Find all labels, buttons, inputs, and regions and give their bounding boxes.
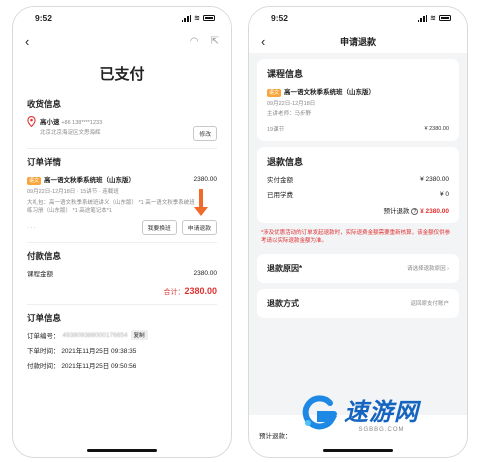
- status-time: 9:52: [35, 13, 53, 23]
- subject-tag: 语文: [27, 177, 42, 185]
- divider: [27, 242, 217, 243]
- total-value: 2380.00: [184, 286, 217, 296]
- battery-icon: [439, 15, 451, 21]
- watermark-g-icon: [302, 394, 338, 429]
- home-indicator: [87, 449, 157, 452]
- divider: [27, 148, 217, 149]
- shipping-section-title: 收货信息: [27, 99, 62, 109]
- method-value: 返回原支付账户: [410, 301, 449, 307]
- course-dates: 09月22日-12月18日: [267, 101, 316, 107]
- location-pin-icon: [27, 116, 36, 127]
- course-meta: 09月22日-12月18日 · 15讲节 · 连载班: [27, 189, 119, 195]
- pay-time-label: 付款时间：: [27, 363, 60, 370]
- status-icons: ≋: [417, 14, 451, 22]
- watermark-text: 速游网: [344, 399, 419, 426]
- status-bar: 9:52 ≋: [249, 7, 467, 29]
- paid-label: 实付金额: [267, 177, 293, 184]
- order-status-title: 已支付: [99, 66, 145, 83]
- copy-button[interactable]: 复制: [130, 330, 148, 340]
- order-time-value: 2021年11月25日 09:38:35: [61, 348, 137, 355]
- course-price: ¥ 2380.00: [424, 126, 449, 132]
- paid-value: ¥ 2380.00: [420, 175, 449, 183]
- subject-tag: 语文: [267, 89, 282, 97]
- reason-label: 退款原因*: [267, 263, 303, 273]
- nav-title: 申请退款: [339, 36, 376, 47]
- refund-card-title: 退款信息: [267, 157, 304, 167]
- share-icon[interactable]: ⇱: [211, 36, 219, 47]
- refund-notice: *涉及优惠活动的订单发起退款时，实际退费金额需要重新核算，该金额仅供参考请以实际…: [261, 230, 451, 245]
- wifi-icon: ≋: [430, 15, 436, 22]
- estimate-value: ¥ 2380.00: [420, 208, 449, 215]
- payment-section-title: 付款信息: [27, 251, 62, 261]
- pay-time-value: 2021年11月25日 09:50:56: [61, 363, 137, 370]
- swap-class-button[interactable]: 我要换班: [141, 220, 177, 235]
- back-icon[interactable]: ‹: [261, 34, 265, 49]
- phone-right-screen: 9:52 ≋ ‹ 申请退款 课程信息 语文 高一语文秋季系统班（山东版） 09月2…: [248, 6, 468, 458]
- watermark-logo: 速游网 SGBBG.COM: [300, 392, 419, 433]
- estimate-label: 预计退款: [383, 208, 410, 215]
- gift-items-line1: 大礼包：高一语文秋季系统班讲义（山东版） *1 高一语文秋季系统班: [27, 200, 195, 206]
- refund-reason-row[interactable]: 退款原因* 请选择退款原因 ›: [257, 253, 459, 283]
- course-lessons: 19课节: [267, 127, 285, 133]
- back-icon[interactable]: ‹: [25, 34, 29, 49]
- status-icons: ≋: [181, 14, 215, 22]
- chevron-right-icon: ›: [447, 266, 449, 272]
- more-icon[interactable]: · · ·: [27, 225, 36, 231]
- total-label: 合计：: [163, 289, 185, 296]
- order-info-title: 订单信息: [27, 313, 62, 323]
- order-info-section: 订单信息 订单编号： 493809388000176654 复制 下单时间： 2…: [13, 312, 231, 370]
- order-no-label: 订单编号：: [27, 333, 60, 340]
- recipient-address: 北京北京海淀区文思海辉: [40, 130, 101, 136]
- phone-left-screen: 9:52 ≋ ‹ ◠ ⇱ 已支付 收货信息 高小速 +86 138****123…: [12, 6, 232, 458]
- order-section-title: 订单详情: [27, 157, 62, 167]
- reason-placeholder: 请选择退款原因: [407, 266, 446, 272]
- course-card-title: 课程信息: [267, 69, 304, 79]
- status-bar: 9:52 ≋: [13, 7, 231, 29]
- order-no-value: 493809388000176654: [62, 331, 128, 339]
- refund-method-row: 退款方式 返回原支付账户: [257, 288, 459, 318]
- recipient-phone: +86 138****1233: [61, 120, 103, 126]
- nav-bar: ‹ 申请退款: [249, 29, 467, 53]
- wifi-icon: ≋: [194, 15, 200, 22]
- signal-icon: [417, 14, 428, 22]
- amount-label: 课程金额: [27, 271, 53, 278]
- payment-section: 付款信息 课程金额 2380.00 合计：2380.00: [13, 250, 231, 297]
- modify-address-button[interactable]: 修改: [193, 126, 217, 141]
- shipping-section: 收货信息 高小速 +86 138****1233 北京北京海淀区文思海辉 修改: [13, 98, 231, 141]
- course-info-card: 课程信息 语文 高一语文秋季系统班（山东版） 09月22日-12月18日 主讲老师…: [257, 59, 459, 141]
- course-teacher: 主讲老师：马步野: [267, 111, 312, 117]
- used-label: 已用学费: [267, 192, 293, 199]
- info-icon[interactable]: ?: [411, 208, 419, 215]
- recipient-name: 高小速: [40, 119, 60, 126]
- method-label: 退款方式: [267, 298, 299, 308]
- bottom-estimate-label: 预计退款：: [259, 433, 292, 440]
- signal-icon: [181, 14, 192, 22]
- headset-icon[interactable]: ◠: [190, 36, 199, 47]
- gift-items-line2: 练习册（山东版） *1 高途笔记本*1: [27, 208, 112, 214]
- course-name: 高一语文秋季系统班（山东版）: [44, 177, 136, 184]
- status-time: 9:52: [271, 13, 289, 23]
- course-price: 2380.00: [193, 175, 218, 183]
- refund-button[interactable]: 申请退款: [181, 220, 217, 235]
- used-value: ¥ 0: [439, 190, 449, 198]
- refund-info-card: 退款信息 实付金额 ¥ 2380.00 已用学费 ¥ 0 预计退款 ? ¥ 23…: [257, 147, 459, 223]
- nav-bar: ‹ ◠ ⇱: [13, 29, 231, 53]
- order-time-label: 下单时间：: [27, 348, 60, 355]
- watermark-domain: SGBBG.COM: [358, 427, 405, 433]
- home-indicator: [323, 449, 393, 452]
- amount-value: 2380.00: [193, 269, 218, 277]
- divider: [27, 304, 217, 305]
- battery-icon: [203, 15, 215, 21]
- course-name: 高一语文秋季系统班（山东版）: [284, 89, 376, 96]
